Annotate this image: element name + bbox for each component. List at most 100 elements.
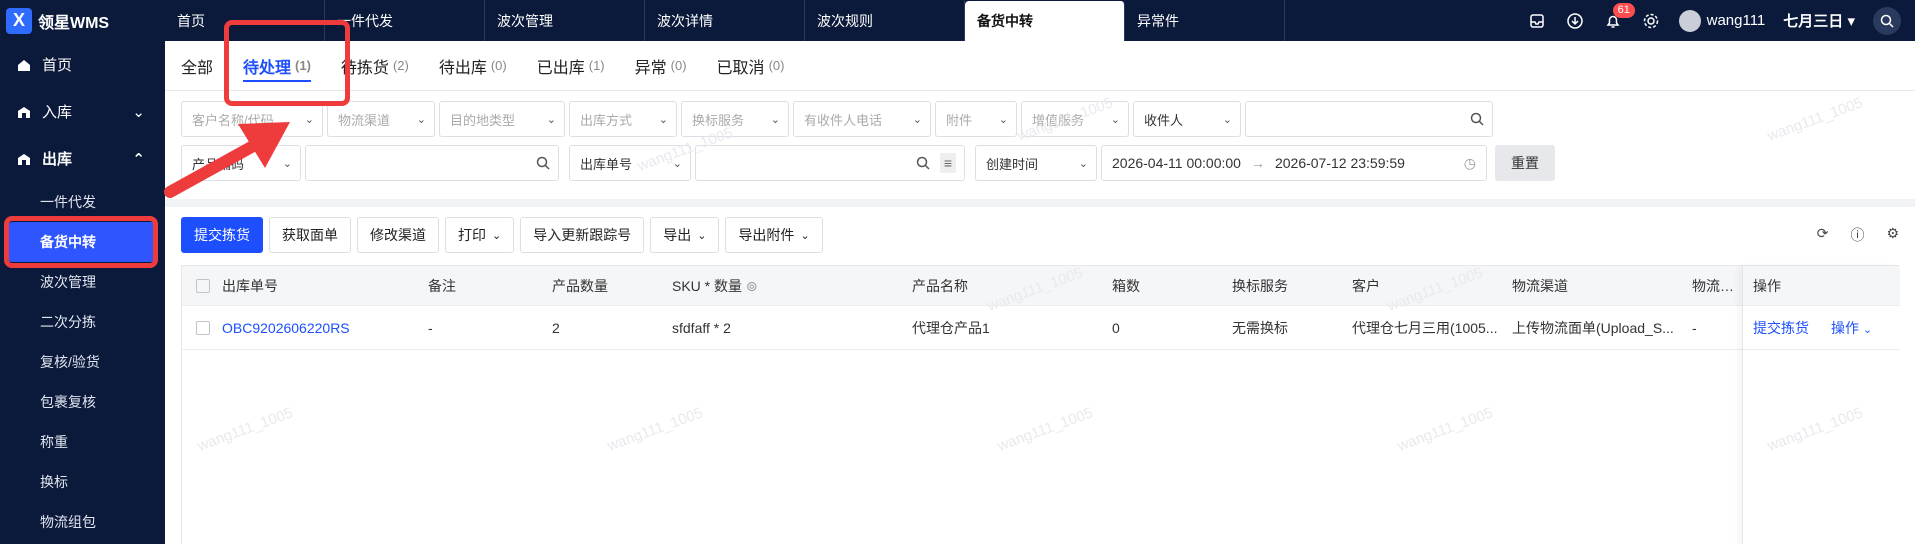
cell-logistics-channel: 上传物流面单(Upload_S... — [1512, 319, 1674, 336]
bell-icon[interactable]: 61 — [1603, 2, 1635, 31]
inbox-icon[interactable] — [1527, 11, 1547, 31]
tab-to-pick[interactable]: 待拣货 (2) — [341, 41, 409, 91]
top-tab-wave-detail[interactable]: 波次详情 — [645, 0, 805, 41]
chevron-down-icon: ⌄ — [1078, 157, 1088, 170]
chevron-down-icon: ⌄ — [658, 113, 668, 126]
order-number-link[interactable]: OBC9202606220RS — [214, 320, 420, 336]
search-icon[interactable] — [536, 156, 550, 170]
export-label: 导出 — [663, 227, 692, 243]
filter-row-1: 客户名称/代码 ⌄ 物流渠道 ⌄ 目的地类型 ⌄ 出库方式 ⌄ 换标服务 ⌄ 有收件人电话… — [181, 101, 1899, 137]
row-submit-picking-link[interactable]: 提交拣货 — [1753, 318, 1809, 338]
recipient-search-input[interactable] — [1245, 101, 1493, 137]
import-tracking-button[interactable]: 导入更新跟踪号 — [520, 217, 645, 253]
order-number-select[interactable]: 出库单号 ⌄ — [569, 145, 691, 181]
table-row: OBC9202606220RS - 2 sfdfaff * 2 代理仓产品1 0… — [182, 306, 1898, 350]
col-order-number: 出库单号 — [222, 277, 278, 294]
global-search-button[interactable] — [1873, 6, 1901, 35]
arrow-right-icon: → — [1250, 155, 1265, 171]
sidebar-sub-package-review[interactable]: 包裹复核 — [0, 382, 165, 422]
reset-button[interactable]: 重置 — [1495, 145, 1555, 181]
select-placeholder: 物流渠道 — [338, 112, 391, 128]
tab-exception[interactable]: 异常 (0) — [635, 41, 687, 91]
value-added-service-select[interactable]: 增值服务 ⌄ — [1021, 101, 1129, 137]
sidebar-item-inbound[interactable]: 入库 ⌄ — [0, 88, 165, 135]
chevron-down-icon: ⌄ — [998, 113, 1008, 126]
tab-cancelled[interactable]: 已取消 (0) — [717, 41, 785, 91]
sidebar-item-home[interactable]: 首页 — [0, 41, 165, 88]
col-remark: 备注 — [428, 277, 456, 294]
row-more-actions-label: 操作 — [1831, 319, 1859, 336]
recipient-field-select[interactable]: 收件人 ⌄ — [1133, 101, 1241, 137]
sidebar-item-outbound[interactable]: 出库 ⌃ — [0, 135, 165, 182]
row-more-actions-dropdown[interactable]: 操作 ⌄ — [1831, 318, 1872, 338]
tab-count: (1) — [588, 58, 605, 73]
top-tab-exception[interactable]: 异常件 — [1125, 0, 1285, 41]
sidebar-sub-logistics-pack[interactable]: 物流组包 — [0, 502, 165, 542]
sort-icon: ⊚ — [745, 277, 758, 294]
help-icon[interactable]: ⓘ — [1850, 225, 1864, 245]
date-selector[interactable]: 七月三日 ▾ — [1783, 10, 1855, 31]
print-button[interactable]: 打印 ⌄ — [445, 217, 515, 253]
relabel-service-select[interactable]: 换标服务 ⌄ — [681, 101, 789, 137]
sidebar-sub-secondary-sort[interactable]: 二次分拣 — [0, 302, 165, 342]
brand-logo-icon: X — [6, 7, 32, 34]
brand-name: 领星WMS — [38, 14, 110, 32]
outbound-method-select[interactable]: 出库方式 ⌄ — [569, 101, 677, 137]
user-menu[interactable]: wang111 — [1678, 9, 1765, 32]
batch-input-icon[interactable]: ≡ — [939, 153, 956, 173]
sidebar-sub-weigh[interactable]: 称重 — [0, 422, 165, 462]
tab-shipped[interactable]: 已出库 (1) — [537, 41, 605, 91]
date-range-picker[interactable]: 2026-04-11 00:00:00 → 2026-07-12 23:59:5… — [1101, 145, 1487, 181]
change-channel-button[interactable]: 修改渠道 — [357, 217, 439, 253]
outbound-icon — [18, 153, 30, 165]
logistics-channel-select[interactable]: 物流渠道 ⌄ — [327, 101, 435, 137]
col-sku-qty-label: SKU * 数量 — [672, 277, 743, 294]
cell-box-count: 0 — [1112, 319, 1120, 336]
date-type-select[interactable]: 创建时间 ⌄ — [975, 145, 1097, 181]
chevron-down-icon: ⌄ — [132, 103, 145, 121]
select-placeholder: 附件 — [946, 112, 973, 128]
tab-label: 异常 — [634, 59, 667, 77]
search-icon[interactable] — [1470, 112, 1484, 126]
order-number-input[interactable]: ≡ — [695, 145, 965, 181]
export-button[interactable]: 导出 ⌄ — [650, 217, 720, 253]
select-placeholder: 出库方式 — [580, 112, 633, 128]
search-icon[interactable] — [916, 156, 930, 170]
row-checkbox[interactable] — [196, 320, 210, 335]
refresh-icon[interactable]: ⟳ — [1817, 225, 1829, 245]
tab-to-ship[interactable]: 待出库 (0) — [439, 41, 507, 91]
select-all-checkbox[interactable] — [196, 278, 210, 293]
sidebar-sub-relabel[interactable]: 换标 — [0, 462, 165, 502]
chevron-down-icon: ⌄ — [546, 113, 556, 126]
tab-all[interactable]: 全部 — [181, 41, 213, 91]
col-sku-qty[interactable]: SKU * 数量 ⊚ — [664, 276, 904, 296]
column-settings-icon[interactable]: ⚙ — [1886, 225, 1899, 245]
destination-type-select[interactable]: 目的地类型 ⌄ — [439, 101, 565, 137]
sidebar-sub-wave-manage[interactable]: 波次管理 — [0, 262, 165, 302]
col-product-qty: 产品数量 — [552, 277, 608, 294]
tab-count: (0) — [670, 58, 687, 73]
submit-picking-button[interactable]: 提交拣货 — [181, 217, 263, 253]
tab-label: 已取消 — [716, 59, 765, 77]
operations-column: 操作 提交拣货 操作 ⌄ — [1742, 266, 1900, 544]
main-content: 全部 待处理 (1) 待拣货 (2) 待出库 (0) 已出库 (1) 异常 (0) 已取消… — [165, 41, 1915, 544]
home-icon — [18, 59, 30, 71]
settings-gear-icon[interactable] — [1641, 11, 1661, 31]
export-attachment-button[interactable]: 导出附件 ⌄ — [725, 217, 823, 253]
top-tab-stock-transfer[interactable]: 备货中转 — [965, 1, 1125, 41]
recipient-phone-select[interactable]: 有收件人电话 ⌄ — [793, 101, 931, 137]
chevron-up-icon: ⌃ — [132, 150, 145, 168]
sidebar-item-label: 出库 — [42, 151, 73, 168]
outbound-orders-table: 出库单号 备注 产品数量 SKU * 数量 ⊚ 产品名称 箱数 换标服务 客户 … — [181, 265, 1900, 544]
sidebar-sub-review[interactable]: 复核/验货 — [0, 342, 165, 382]
col-tracking: 物流跟踪 — [1692, 277, 1744, 294]
top-tab-wave-rules[interactable]: 波次规则 — [805, 0, 965, 41]
download-icon[interactable] — [1565, 11, 1585, 31]
brand[interactable]: X 领星WMS — [0, 0, 165, 41]
top-tab-wave-manage[interactable]: 波次管理 — [485, 0, 645, 41]
get-label-button[interactable]: 获取面单 — [269, 217, 351, 253]
product-code-input[interactable] — [305, 145, 559, 181]
attachment-select[interactable]: 附件 ⌄ — [935, 101, 1017, 137]
tab-label: 全部 — [181, 59, 214, 77]
caret-down-icon: ▾ — [1847, 13, 1855, 30]
